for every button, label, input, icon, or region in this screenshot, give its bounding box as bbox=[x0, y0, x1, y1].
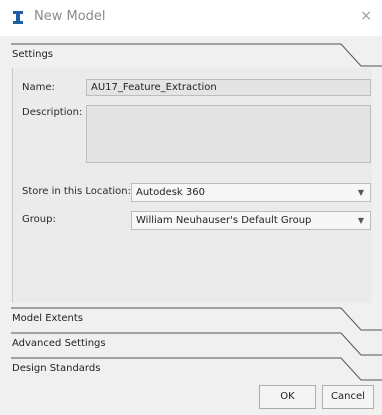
chevron-down-icon: ▼ bbox=[357, 216, 364, 225]
section-design-standards[interactable]: Design Standards bbox=[11, 357, 382, 381]
group-label: Group: bbox=[22, 214, 56, 225]
store-location-value: Autodesk 360 bbox=[136, 187, 205, 198]
chevron-down-icon: ▼ bbox=[357, 188, 364, 197]
section-model-extents[interactable]: Model Extents bbox=[11, 307, 382, 331]
title-bar: New Model × bbox=[0, 0, 382, 36]
name-field[interactable]: AU17_Feature_Extraction bbox=[86, 79, 371, 96]
section-model-extents-label: Model Extents bbox=[12, 313, 83, 324]
description-field[interactable] bbox=[86, 105, 371, 163]
dialog-title: New Model bbox=[34, 9, 106, 24]
ok-button[interactable]: OK bbox=[259, 385, 316, 409]
section-advanced-settings[interactable]: Advanced Settings bbox=[11, 332, 382, 356]
description-label: Description: bbox=[22, 107, 83, 118]
section-settings-label: Settings bbox=[12, 49, 54, 60]
section-advanced-settings-label: Advanced Settings bbox=[12, 338, 106, 349]
section-design-standards-label: Design Standards bbox=[12, 363, 101, 374]
section-divider-settings bbox=[11, 43, 382, 67]
name-label: Name: bbox=[22, 82, 55, 93]
store-location-select[interactable]: Autodesk 360 ▼ bbox=[131, 183, 371, 202]
section-settings[interactable]: Settings bbox=[11, 43, 382, 67]
new-model-dialog: New Model × Settings Name: AU17_Feature_… bbox=[0, 0, 382, 415]
store-location-label: Store in this Location: bbox=[22, 186, 131, 197]
settings-panel: Name: AU17_Feature_Extraction Descriptio… bbox=[12, 68, 372, 303]
infraworks-app-icon bbox=[11, 10, 25, 25]
group-select[interactable]: William Neuhauser's Default Group ▼ bbox=[131, 211, 371, 230]
group-value: William Neuhauser's Default Group bbox=[136, 215, 312, 226]
close-icon[interactable]: × bbox=[360, 8, 372, 24]
cancel-button[interactable]: Cancel bbox=[322, 385, 374, 409]
